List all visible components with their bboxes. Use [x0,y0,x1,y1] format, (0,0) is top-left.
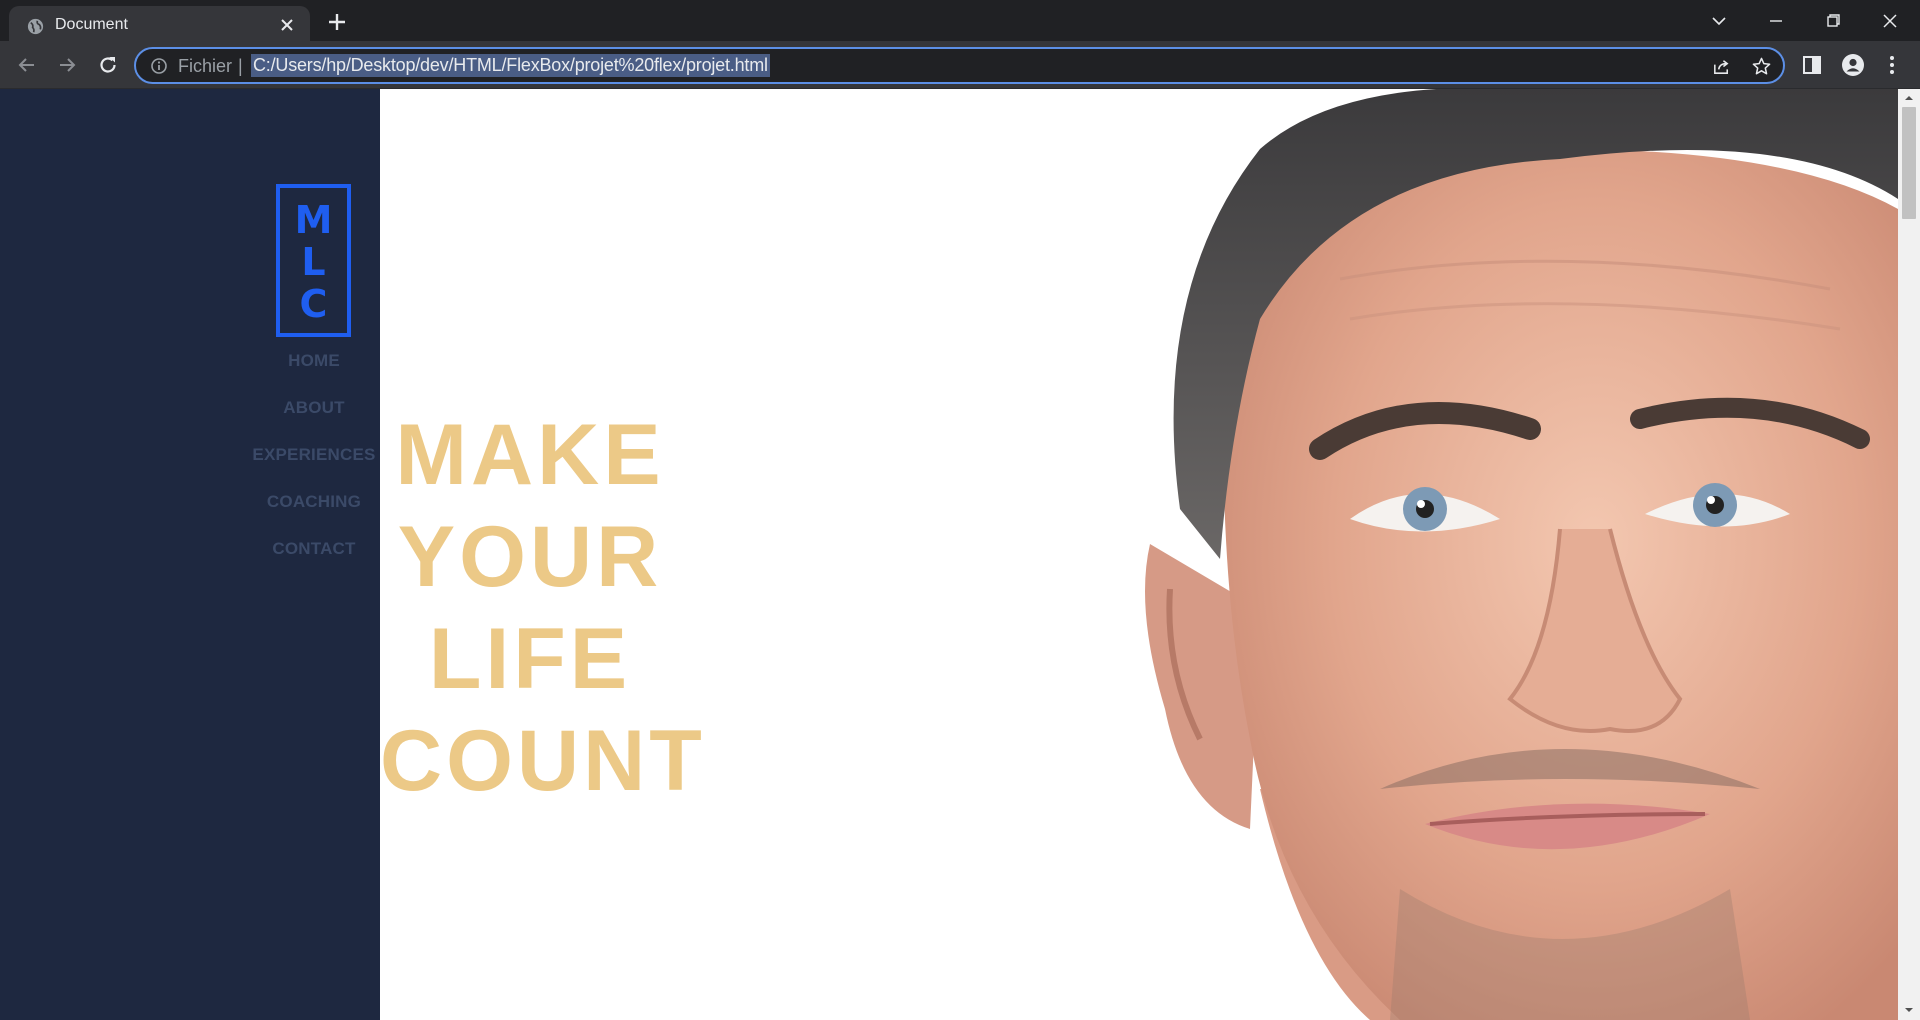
page-viewport: M L C HOME ABOUT EXPERIENCES COACHING CO… [0,89,1920,1020]
chevron-down-icon[interactable] [1706,8,1732,34]
nav-link-about[interactable]: ABOUT [244,398,384,418]
nav-link-contact[interactable]: CONTACT [244,539,384,559]
forward-arrow-icon[interactable] [55,53,79,77]
nav-link-coaching[interactable]: COACHING [244,492,384,512]
star-icon[interactable] [1751,56,1772,77]
url-text[interactable]: C:/Users/hp/Desktop/dev/HTML/FlexBox/pro… [251,54,770,77]
menu-dots-icon[interactable] [1880,53,1904,77]
restore-icon[interactable] [1820,8,1846,34]
hero-portrait-image [1145,89,1898,1020]
nav-link-home[interactable]: HOME [244,351,384,371]
browser-tab[interactable]: Document [9,6,310,42]
close-window-icon[interactable] [1877,8,1903,34]
minimize-icon[interactable] [1763,8,1789,34]
close-icon[interactable] [277,15,297,35]
reload-icon[interactable] [96,53,120,77]
share-icon[interactable] [1711,56,1732,77]
sidebar: M L C HOME ABOUT EXPERIENCES COACHING CO… [0,89,380,1020]
logo-letter: C [299,282,328,326]
back-arrow-icon[interactable] [15,53,39,77]
vertical-scrollbar[interactable] [1898,89,1920,1020]
scroll-up-arrow-icon[interactable] [1903,93,1915,103]
scrollbar-thumb[interactable] [1902,107,1916,219]
address-bar[interactable]: Fichier | C:/Users/hp/Desktop/dev/HTML/F… [134,47,1785,84]
browser-toolbar: Fichier | C:/Users/hp/Desktop/dev/HTML/F… [0,41,1920,89]
logo-letter: L [301,240,326,284]
new-tab-icon[interactable] [325,10,349,34]
nav-link-experiences[interactable]: EXPERIENCES [244,445,384,465]
profile-icon[interactable] [1841,53,1865,77]
hero-line: COUNT [380,713,706,809]
side-panel-icon[interactable] [1800,53,1824,77]
tab-strip: Document [0,0,1920,42]
hero-line: LIFE [428,611,632,707]
hero-line: MAKE [395,407,665,503]
scroll-down-arrow-icon[interactable] [1903,1005,1915,1015]
tab-title: Document [55,16,128,33]
logo[interactable]: M L C [276,184,351,337]
logo-letter: M [294,198,333,242]
hero-line: YOUR [397,509,663,605]
scheme-label: Fichier [178,56,233,76]
globe-icon [27,18,44,35]
omnibox-separator: | [238,56,243,76]
info-icon[interactable] [150,57,168,75]
